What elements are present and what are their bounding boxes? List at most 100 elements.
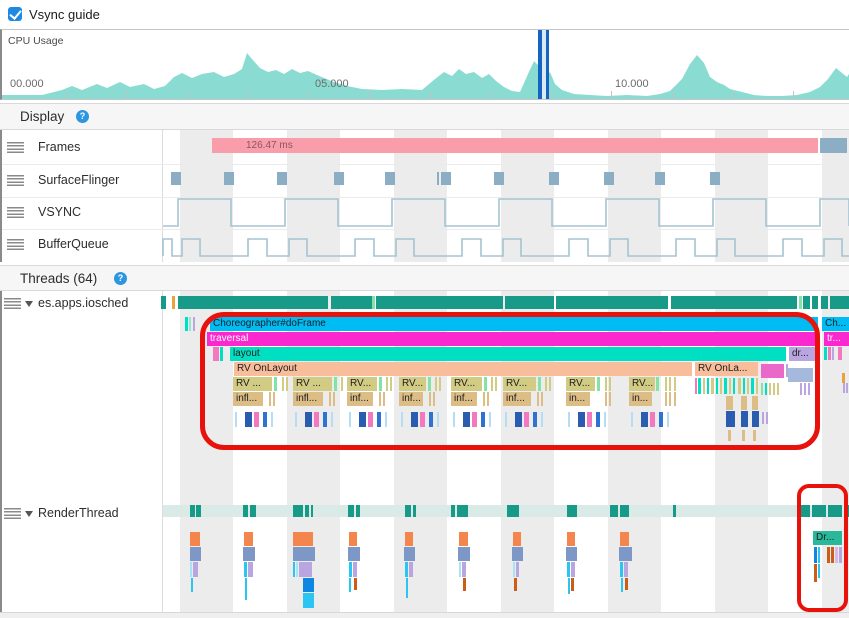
trace-block[interactable]: [620, 532, 629, 546]
trace-block[interactable]: [777, 383, 779, 395]
trace-block[interactable]: [311, 505, 313, 517]
trace-block[interactable]: [505, 296, 554, 309]
trace-block[interactable]: [738, 378, 741, 394]
trace-block[interactable]: [799, 296, 802, 309]
help-icon[interactable]: ?: [76, 110, 89, 123]
trace-block[interactable]: [334, 172, 344, 185]
trace-block[interactable]: [462, 562, 466, 577]
trace-block[interactable]: [844, 505, 849, 517]
trace-block[interactable]: [741, 411, 748, 427]
trace-block[interactable]: [726, 396, 733, 410]
trace-block[interactable]: [773, 383, 775, 395]
trace-block[interactable]: [376, 296, 503, 309]
trace-block[interactable]: [172, 296, 175, 309]
trace-block[interactable]: [437, 172, 439, 185]
trace-block[interactable]: [269, 392, 271, 406]
help-icon[interactable]: ?: [114, 272, 127, 285]
trace-block[interactable]: [747, 378, 749, 394]
trace-block[interactable]: [349, 562, 352, 577]
trace-block[interactable]: [190, 532, 200, 546]
trace-block[interactable]: [341, 377, 343, 391]
trace-block[interactable]: [624, 562, 628, 577]
trace-block[interactable]: [674, 377, 676, 391]
trace-block[interactable]: [812, 296, 818, 309]
trace-block[interactable]: [545, 377, 547, 391]
trace-block[interactable]: in...: [629, 392, 652, 406]
trace-block[interactable]: [669, 377, 671, 391]
trace-block[interactable]: [171, 172, 181, 185]
trace-block[interactable]: [435, 377, 437, 391]
trace-block[interactable]: [190, 547, 201, 561]
trace-block[interactable]: [830, 296, 849, 309]
trace-block[interactable]: [305, 412, 312, 427]
trace-block[interactable]: [163, 505, 849, 517]
trace-block[interactable]: [596, 412, 600, 427]
trace-block[interactable]: [631, 412, 633, 427]
trace-block[interactable]: [213, 347, 219, 361]
trace-block[interactable]: [356, 505, 360, 517]
trace-block[interactable]: [788, 368, 813, 382]
trace-block[interactable]: [487, 392, 489, 406]
trace-block[interactable]: [587, 412, 592, 427]
trace-block[interactable]: [538, 377, 541, 391]
trace-block[interactable]: [567, 562, 570, 577]
trace-block[interactable]: [821, 296, 828, 309]
bottom-scroll-strip[interactable]: [0, 612, 849, 618]
trace-block[interactable]: [299, 562, 312, 577]
trace-block[interactable]: infl...: [293, 392, 323, 406]
trace-block[interactable]: RV OnLayout: [234, 362, 692, 376]
trace-block[interactable]: [295, 412, 297, 427]
trace-block[interactable]: [349, 412, 351, 427]
trace-block[interactable]: [566, 547, 577, 561]
trace-block[interactable]: [305, 505, 309, 517]
trace-block[interactable]: infl...: [233, 392, 263, 406]
trace-block[interactable]: [368, 412, 373, 427]
trace-block[interactable]: [515, 412, 522, 427]
trace-block[interactable]: RV...: [566, 377, 595, 391]
trace-block[interactable]: [839, 547, 842, 563]
trace-block[interactable]: [243, 505, 248, 517]
trace-block[interactable]: [296, 562, 298, 577]
trace-block[interactable]: [726, 411, 735, 427]
trace-block[interactable]: [742, 430, 745, 441]
trace-block[interactable]: [274, 377, 277, 391]
trace-block[interactable]: [650, 412, 655, 427]
trace-block[interactable]: [703, 378, 705, 394]
trace-block[interactable]: [769, 383, 771, 395]
trace-block[interactable]: [401, 412, 403, 427]
trace-block[interactable]: RV...: [629, 377, 655, 391]
trace-block[interactable]: [433, 392, 435, 406]
vsync-guide-checkbox[interactable]: [8, 7, 22, 21]
trace-block[interactable]: [533, 412, 537, 427]
row-label-renderthread[interactable]: RenderThread: [38, 506, 119, 520]
trace-block[interactable]: [751, 378, 754, 394]
trace-block[interactable]: [293, 547, 315, 561]
trace-block[interactable]: [641, 412, 648, 427]
trace-block[interactable]: [429, 392, 431, 406]
trace-block[interactable]: [484, 377, 487, 391]
trace-block[interactable]: [604, 412, 606, 427]
trace-block[interactable]: [379, 377, 382, 391]
trace-block[interactable]: [620, 562, 623, 577]
trace-block[interactable]: [191, 578, 193, 592]
trace-block[interactable]: [716, 378, 718, 394]
trace-block[interactable]: [724, 378, 727, 394]
trace-block[interactable]: [513, 562, 515, 577]
trace-block[interactable]: [711, 378, 714, 394]
trace-block[interactable]: [244, 562, 247, 577]
trace-block[interactable]: in...: [566, 392, 590, 406]
trace-block[interactable]: [665, 392, 667, 406]
trace-block[interactable]: [463, 412, 470, 427]
trace-block[interactable]: [665, 377, 667, 391]
vsync-drag-handle[interactable]: [7, 207, 24, 219]
trace-block[interactable]: [761, 364, 784, 378]
trace-block[interactable]: [405, 505, 411, 517]
trace-block[interactable]: [695, 378, 697, 394]
trace-block[interactable]: [673, 505, 676, 517]
trace-block[interactable]: [818, 564, 820, 578]
trace-block[interactable]: [729, 378, 731, 394]
trace-block[interactable]: [578, 412, 585, 427]
trace-block[interactable]: [669, 392, 671, 406]
trace-block[interactable]: [293, 505, 303, 517]
trace-block[interactable]: [568, 412, 570, 427]
